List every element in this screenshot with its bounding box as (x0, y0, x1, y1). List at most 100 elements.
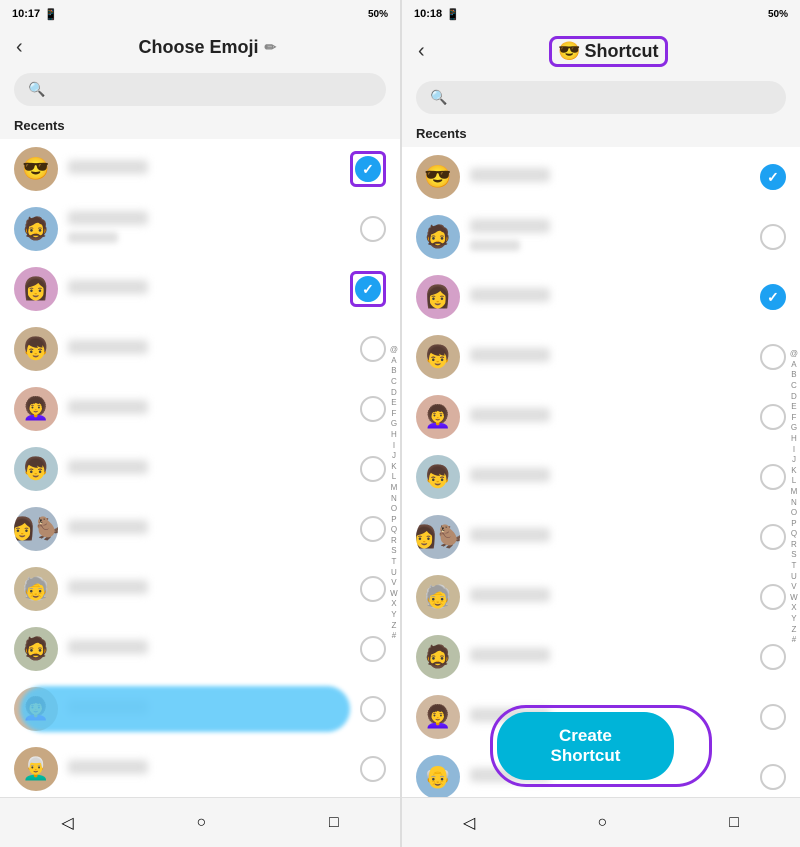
avatar-5-right: 👩‍🦱 (416, 395, 460, 439)
checkbox-7-left[interactable] (360, 516, 386, 542)
recents-label-left: Recents (0, 116, 400, 139)
contact-item-3-right[interactable]: 👩 (402, 267, 800, 327)
contact-info-4-left (68, 340, 350, 359)
contact-item-7-left[interactable]: 👩‍🦫 (0, 499, 400, 559)
checkbox-8-right[interactable] (760, 584, 786, 610)
checkbox-10-left[interactable] (360, 696, 386, 722)
search-bar-right[interactable]: 🔍 (416, 81, 786, 114)
status-right-left: 10:18 📱 (414, 8, 460, 21)
battery-right: 50% (768, 9, 788, 20)
checkbox-3-left[interactable] (355, 276, 381, 302)
contact-info-9-left (68, 640, 350, 659)
create-shortcut-button[interactable]: Create Shortcut (497, 712, 673, 780)
edit-icon[interactable]: ✏ (264, 39, 276, 56)
shortcut-title-highlight: 😎 Shortcut (549, 36, 667, 67)
contact-item-3-left[interactable]: 👩 (0, 259, 400, 319)
checkbox-3-right[interactable] (760, 284, 786, 310)
contact-name-8-left (68, 580, 148, 594)
contact-name-9-left (68, 640, 148, 654)
battery-left: 50% (368, 9, 388, 20)
checkbox-2-left[interactable] (360, 216, 386, 242)
checkbox-2-right[interactable] (760, 224, 786, 250)
search-bar-left[interactable]: 🔍 (14, 73, 386, 106)
contact-info-1-right (470, 168, 750, 187)
contact-info-5-right (470, 408, 750, 427)
contact-name-3-left (68, 280, 148, 294)
checkbox-9-right[interactable] (760, 644, 786, 670)
contact-name-5-left (68, 400, 148, 414)
checkbox-1-left[interactable] (355, 156, 381, 182)
contact-item-5-left[interactable]: 👩‍🦱 (0, 379, 400, 439)
contact-info-2-right (470, 219, 750, 256)
contact-item-1-left[interactable]: 😎 (0, 139, 400, 199)
choose-emoji-title: Choose Emoji (138, 37, 258, 58)
recent-nav-left[interactable]: □ (329, 814, 339, 832)
contact-item-9-left[interactable]: 🧔 (0, 619, 400, 679)
contact-item-5-right[interactable]: 👩‍🦱 (402, 387, 800, 447)
shortcut-title: Shortcut (585, 41, 659, 62)
contact-item-9-right[interactable]: 🧔 (402, 627, 800, 687)
right-header: ‹ 😎 Shortcut (402, 28, 800, 75)
whatsapp-icon-right: 📱 (446, 8, 460, 21)
contact-info-2-left (68, 211, 350, 248)
bottom-nav-left: ◁ ○ □ (0, 797, 400, 847)
contact-item-11-left[interactable]: 👨‍🦳 (0, 739, 400, 799)
contact-sub-2-left (68, 232, 118, 243)
contact-item-6-left[interactable]: 👦 (0, 439, 400, 499)
contact-name-3-right (470, 288, 550, 302)
avatar-4-right: 👦 (416, 335, 460, 379)
blue-button-overlay (20, 686, 350, 732)
contact-info-5-left (68, 400, 350, 419)
search-icon-right: 🔍 (430, 89, 447, 106)
status-right-right: 50% (768, 9, 788, 20)
left-header-title: Choose Emoji ✏ (31, 37, 384, 58)
checkbox-4-left[interactable] (360, 336, 386, 362)
recent-nav-right[interactable]: □ (729, 814, 739, 832)
checkbox-5-left[interactable] (360, 396, 386, 422)
contact-item-2-left[interactable]: 🧔 (0, 199, 400, 259)
contact-item-4-left[interactable]: 👦 (0, 319, 400, 379)
back-button-right[interactable]: ‹ (418, 40, 425, 63)
contact-info-3-left (68, 280, 340, 299)
avatar-1-right: 😎 (416, 155, 460, 199)
search-container-left: 🔍 (0, 67, 400, 116)
left-header: ‹ Choose Emoji ✏ (0, 28, 400, 67)
contact-name-7-right (470, 528, 550, 542)
checkbox-6-right[interactable] (760, 464, 786, 490)
checkbox-5-right[interactable] (760, 404, 786, 430)
checkbox-8-left[interactable] (360, 576, 386, 602)
contact-item-1-right[interactable]: 😎 (402, 147, 800, 207)
avatar-3-left: 👩 (14, 267, 58, 311)
avatar-9-left: 🧔 (14, 627, 58, 671)
home-nav-left[interactable]: ○ (196, 814, 206, 832)
contact-item-6-right[interactable]: 👦 (402, 447, 800, 507)
checkbox-4-right[interactable] (760, 344, 786, 370)
contact-name-6-left (68, 460, 148, 474)
contact-info-8-right (470, 588, 750, 607)
status-left: 10:17 📱 (12, 8, 58, 21)
contact-info-6-right (470, 468, 750, 487)
contact-name-1-right (470, 168, 550, 182)
checkbox-7-right[interactable] (760, 524, 786, 550)
contact-info-11-left (68, 760, 350, 779)
back-nav-left[interactable]: ◁ (61, 813, 73, 833)
avatar-9-right: 🧔 (416, 635, 460, 679)
contact-item-7-right[interactable]: 👩‍🦫 (402, 507, 800, 567)
checkbox-6-left[interactable] (360, 456, 386, 482)
contact-name-2-right (470, 219, 550, 233)
checkbox-9-left[interactable] (360, 636, 386, 662)
checkbox-11-left[interactable] (360, 756, 386, 782)
avatar-3-right: 👩 (416, 275, 460, 319)
home-nav-right[interactable]: ○ (597, 814, 607, 832)
contact-item-8-left[interactable]: 🧓 (0, 559, 400, 619)
back-nav-right[interactable]: ◁ (463, 813, 475, 833)
contact-item-8-right[interactable]: 🧓 (402, 567, 800, 627)
back-button-left[interactable]: ‹ (16, 36, 23, 59)
avatar-4-left: 👦 (14, 327, 58, 371)
contact-name-4-right (470, 348, 550, 362)
avatar-11-left: 👨‍🦳 (14, 747, 58, 791)
checkbox-1-right[interactable] (760, 164, 786, 190)
avatar-5-left: 👩‍🦱 (14, 387, 58, 431)
contact-item-2-right[interactable]: 🧔 (402, 207, 800, 267)
contact-item-4-right[interactable]: 👦 (402, 327, 800, 387)
